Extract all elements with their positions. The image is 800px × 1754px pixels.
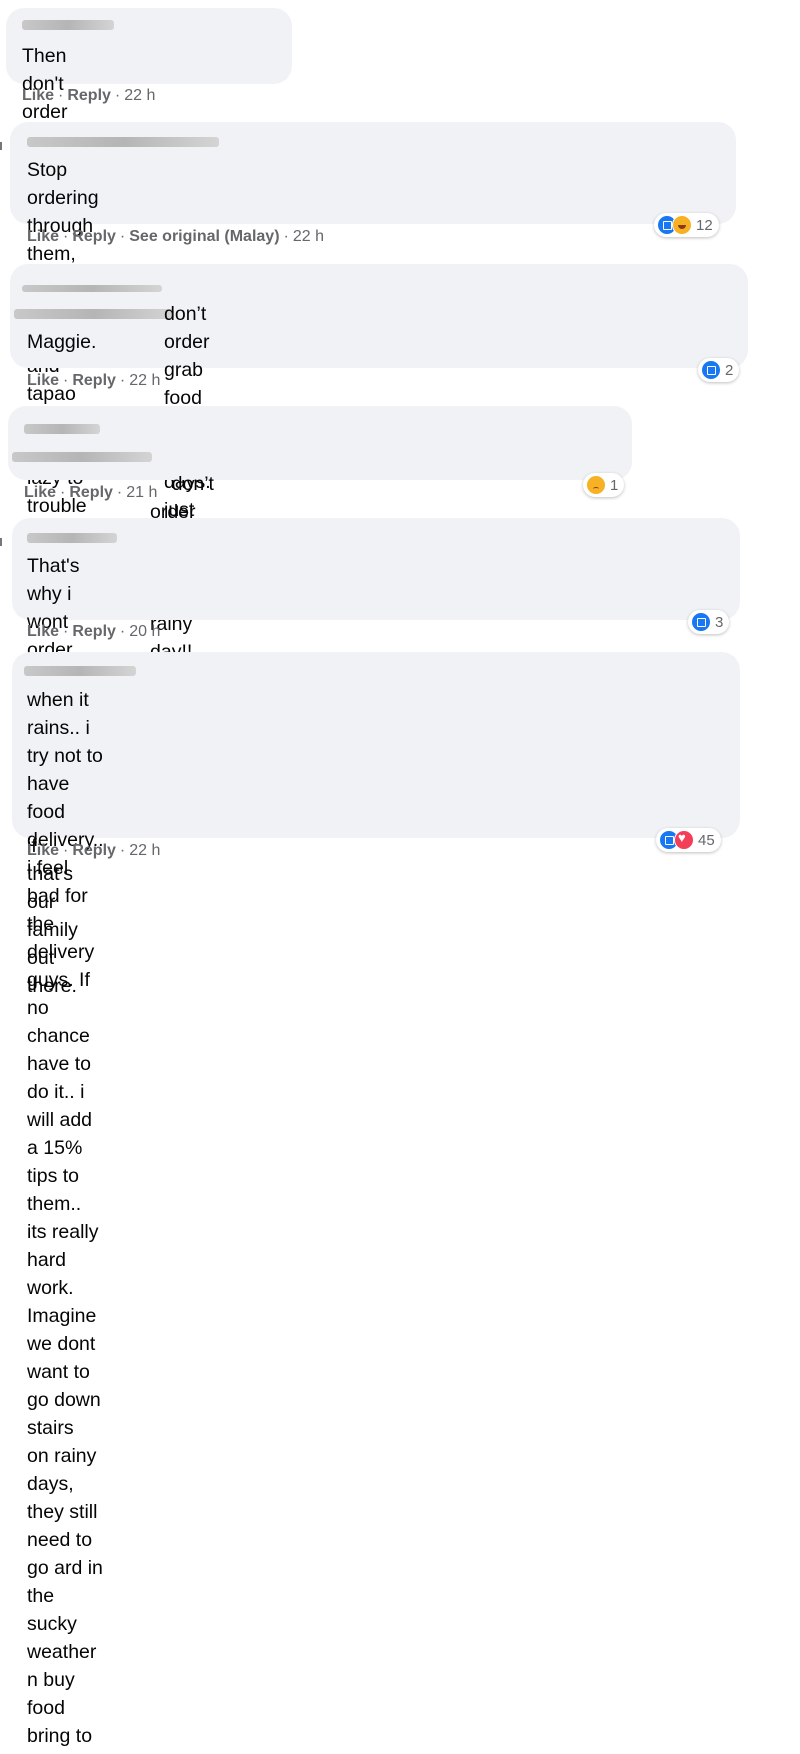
sad-icon: [586, 475, 606, 495]
reaction-count: 12: [696, 216, 713, 234]
comment-bubble: [12, 518, 740, 620]
like-link[interactable]: Like: [27, 623, 59, 640]
separator: ·: [283, 228, 289, 245]
reply-link[interactable]: Reply: [69, 484, 113, 501]
comment-actions: Like · Reply · 22 h: [22, 87, 155, 105]
reaction-summary[interactable]: 1: [583, 473, 625, 497]
redacted-author-name: [27, 533, 117, 543]
comment-text-line-2: Maggie.: [27, 331, 97, 353]
comment-actions: Like · Reply · 22 h: [27, 372, 160, 390]
separator: ·: [119, 623, 126, 640]
reaction-count: 1: [610, 476, 619, 494]
redacted-author-name: [27, 137, 219, 147]
separator: ·: [119, 228, 126, 245]
redacted-author-name: [24, 666, 136, 676]
separator: ·: [60, 484, 66, 501]
separator: ·: [119, 372, 126, 389]
like-link[interactable]: Like: [22, 87, 54, 104]
separator: ·: [119, 842, 126, 859]
comment-actions: Like · Reply · 20 h: [27, 623, 160, 641]
reaction-summary[interactable]: 2: [698, 358, 740, 382]
thread-edge: [0, 142, 2, 150]
reaction-count: 3: [715, 613, 724, 631]
like-icon: [701, 360, 721, 380]
separator: ·: [114, 87, 121, 104]
haha-icon: [672, 215, 692, 235]
reaction-summary[interactable]: 3: [688, 610, 730, 634]
comment-bubble: [12, 652, 740, 838]
separator: ·: [63, 623, 69, 640]
timestamp[interactable]: 22 h: [293, 228, 324, 245]
reply-link[interactable]: Reply: [72, 842, 116, 859]
like-icon: [691, 612, 711, 632]
like-link[interactable]: Like: [27, 228, 59, 245]
thread-edge: [0, 538, 2, 546]
reply-link[interactable]: Reply: [72, 372, 116, 389]
separator: ·: [63, 228, 69, 245]
timestamp[interactable]: 20 h: [129, 623, 160, 640]
like-link[interactable]: Like: [24, 484, 56, 501]
redacted-author-name: [12, 452, 152, 462]
comment-actions: Like · Reply · See original (Malay) · 22 h: [27, 228, 324, 246]
timestamp[interactable]: 21 h: [126, 484, 157, 501]
separator: ·: [63, 372, 69, 389]
reply-link[interactable]: Reply: [72, 228, 116, 245]
reaction-summary[interactable]: 12: [654, 213, 719, 237]
comment-bubble: [8, 406, 632, 480]
reaction-count: 2: [725, 361, 734, 379]
separator: ·: [116, 484, 123, 501]
redacted-author-name: [22, 20, 114, 30]
timestamp[interactable]: 22 h: [129, 372, 160, 389]
reply-link[interactable]: Reply: [72, 623, 116, 640]
comment-actions: Like · Reply · 21 h: [24, 484, 157, 502]
reaction-count: 45: [698, 831, 715, 849]
separator: ·: [63, 842, 69, 859]
reaction-summary[interactable]: 45: [656, 828, 721, 852]
separator: ·: [58, 87, 64, 104]
redacted-author-name: [24, 424, 100, 434]
timestamp[interactable]: 22 h: [124, 87, 155, 104]
redacted-author-name: [22, 285, 162, 292]
see-original-link[interactable]: See original (Malay): [129, 228, 279, 245]
timestamp[interactable]: 22 h: [129, 842, 160, 859]
like-link[interactable]: Like: [27, 842, 59, 859]
redacted-author-name: [14, 309, 174, 319]
reply-link[interactable]: Reply: [67, 87, 111, 104]
like-link[interactable]: Like: [27, 372, 59, 389]
comment-actions: Like · Reply · 22 h: [27, 842, 160, 860]
love-icon: [674, 830, 694, 850]
